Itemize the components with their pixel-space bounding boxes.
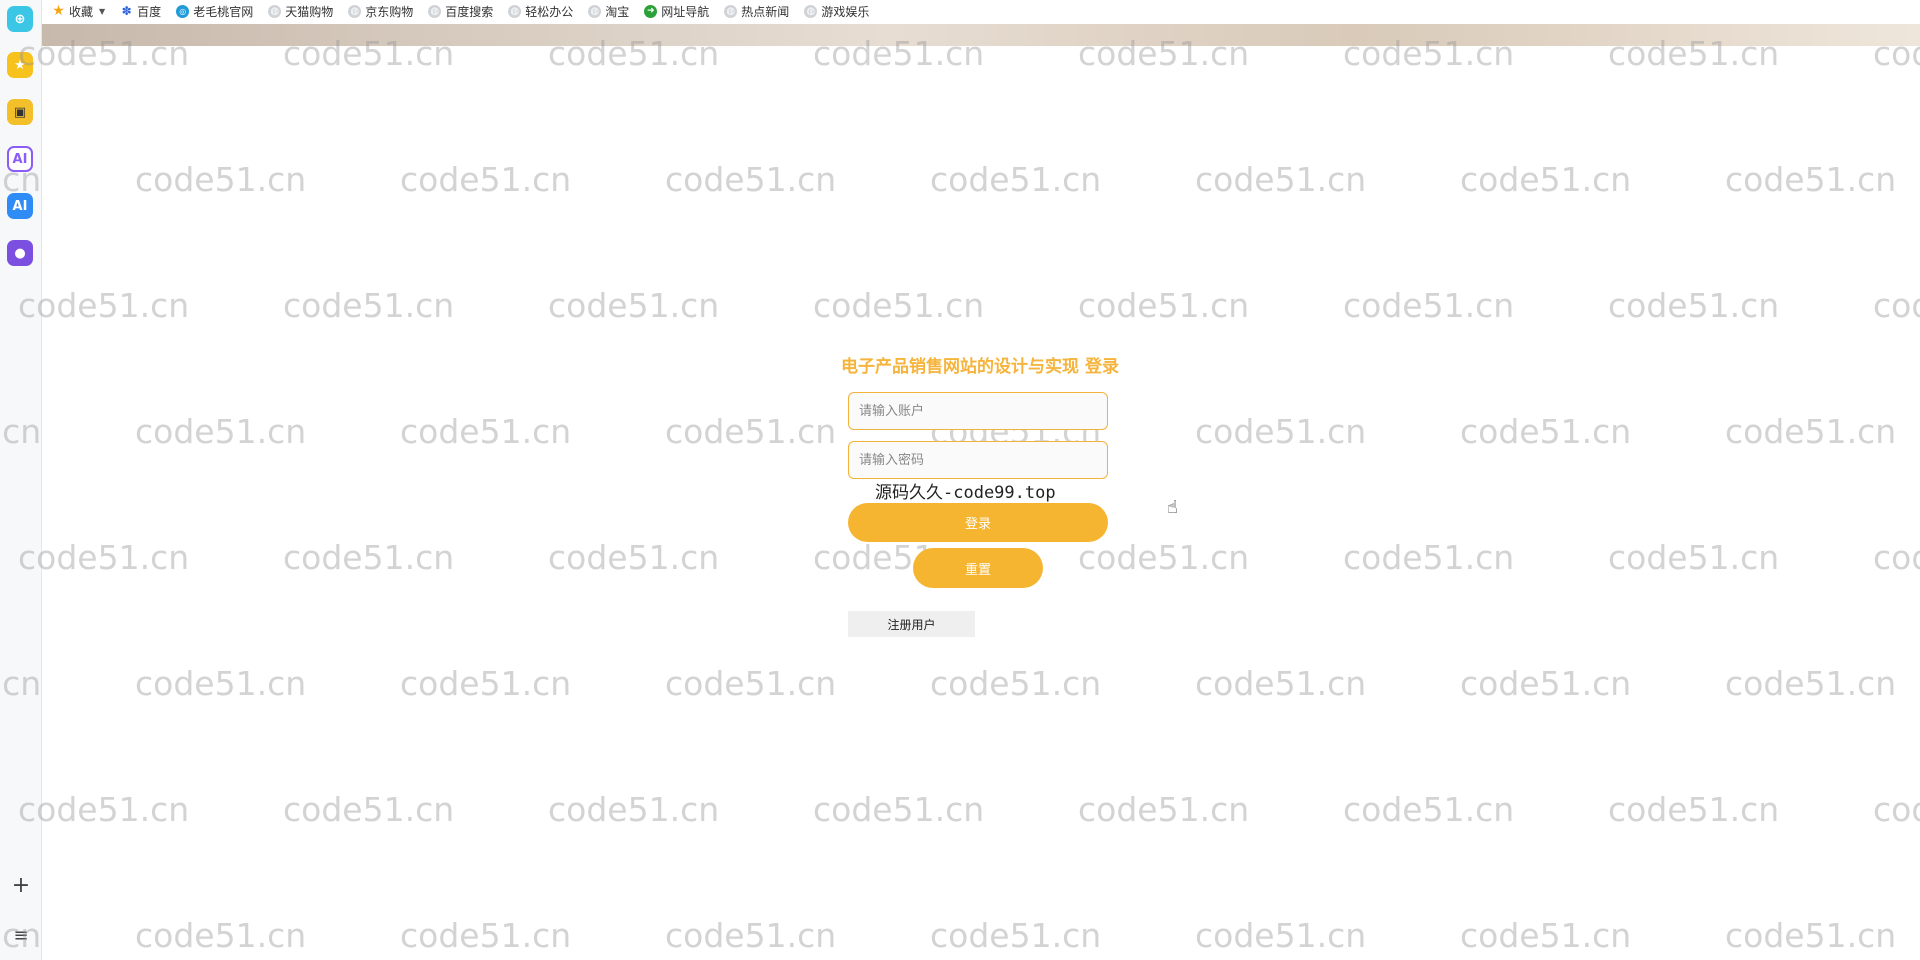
globe-icon: ◍ <box>268 4 282 18</box>
watermark-text: code51.cn <box>135 916 307 955</box>
watermark-text: code51.cn <box>1608 286 1780 325</box>
bookmark-news[interactable]: ◍ 热点新闻 <box>724 3 789 20</box>
globe-icon: ◍ <box>508 4 522 18</box>
watermark-text: code51.cn <box>1195 916 1367 955</box>
watermark-text: code51.cn <box>1873 538 1920 577</box>
watermark-text: code51.cn <box>1725 160 1897 199</box>
watermark-text: code51.cn <box>1460 160 1632 199</box>
login-button[interactable]: 登录 <box>848 503 1108 542</box>
watermark-text: code51.cn <box>548 286 720 325</box>
bookmarks-bar: ★ 收藏 ▼ ✽ 百度 ◎ 老毛桃官网 ◍ 天猫购物 ◍ 京东购物 ◍ 百度搜索… <box>42 0 1920 22</box>
bookmark-taobao[interactable]: ◍ 淘宝 <box>588 3 629 20</box>
caret-down-icon: ▼ <box>99 6 106 16</box>
watermark-text: code51.cn <box>400 664 572 703</box>
add-icon[interactable]: + <box>9 874 33 898</box>
ai-chat-icon[interactable]: AI <box>7 193 33 219</box>
bookmark-favorites[interactable]: ★ 收藏 ▼ <box>52 3 105 20</box>
watermark-text: code51.cn <box>1460 664 1632 703</box>
hand-cursor-icon: ☝ <box>1167 497 1178 518</box>
page-title: 电子产品销售网站的设计与实现 登录 <box>841 357 1119 377</box>
watermark-text: code51.cn <box>1343 790 1515 829</box>
globe-icon: ◍ <box>724 4 738 18</box>
watermark-text: code51.cn <box>283 538 455 577</box>
watermark-text: code51.cn <box>1608 790 1780 829</box>
watermark-text: code51.cn <box>1460 412 1632 451</box>
bookmark-tmall[interactable]: ◍ 天猫购物 <box>268 3 333 20</box>
bookmark-jd[interactable]: ◍ 京东购物 <box>348 3 413 20</box>
watermark-text: code51.cn <box>1195 412 1367 451</box>
browser-sidebar: ⊕ ★ ▣ AI AI ● + ≡ <box>0 0 42 960</box>
watermark-text: code51.cn <box>1460 916 1632 955</box>
ai-writer-icon[interactable]: AI <box>7 146 33 172</box>
baidu-paw-icon: ✽ <box>121 4 132 18</box>
watermark-text: code51.cn <box>1725 664 1897 703</box>
bookmark-baidu-search[interactable]: ◍ 百度搜索 <box>428 3 493 20</box>
watermark-text: code51.cn <box>1725 412 1897 451</box>
watermark-text: code51.cn <box>1078 790 1250 829</box>
watermark-text: code51.cn <box>1343 538 1515 577</box>
globe-icon: ◍ <box>588 4 602 18</box>
watermark-text: code51.cn <box>665 412 837 451</box>
bookmark-games[interactable]: ◍ 游戏娱乐 <box>804 3 869 20</box>
watermark-text: code51.cn <box>1608 538 1780 577</box>
watermark-text: code51.cn <box>1195 160 1367 199</box>
username-input[interactable] <box>848 392 1108 430</box>
menu-list-icon[interactable]: ≡ <box>9 924 33 948</box>
header-banner-strip <box>42 24 1920 46</box>
app-launcher-icon[interactable]: ⊕ <box>7 6 33 32</box>
watermark-text: code51.cn <box>548 790 720 829</box>
globe-icon: ◍ <box>348 4 362 18</box>
watermark-text: code51.cn <box>18 538 190 577</box>
watermark-text: code51.cn <box>135 160 307 199</box>
bookmark-office[interactable]: ◍ 轻松办公 <box>508 3 573 20</box>
password-input[interactable] <box>848 441 1108 479</box>
register-button[interactable]: 注册用户 <box>848 611 975 637</box>
watermark-text: code51.cn <box>930 664 1102 703</box>
bookmark-baidu[interactable]: ✽ 百度 <box>120 3 162 20</box>
watermark-text: code51.cn <box>1078 538 1250 577</box>
watermark-text: code51.cn <box>1873 790 1920 829</box>
reset-button[interactable]: 重置 <box>913 548 1043 588</box>
watermark-text: code51.cn <box>135 412 307 451</box>
globe-icon: ◍ <box>428 4 442 18</box>
watermark-text: code51.cn <box>665 916 837 955</box>
watermark-text: code51.cn <box>283 286 455 325</box>
bookmark-laomaotao[interactable]: ◎ 老毛桃官网 <box>176 3 253 20</box>
bookmark-nav[interactable]: ➜ 网址导航 <box>644 3 709 20</box>
watermark-text: code51.cn <box>1078 286 1250 325</box>
watermark-text: code51.cn <box>400 916 572 955</box>
laomaotao-logo-icon: ◎ <box>176 4 190 18</box>
watermark-text: code51.cn <box>1343 286 1515 325</box>
source-overlay-text: 源码久久-code99.top <box>875 483 1056 503</box>
watermark-text: code51.cn <box>548 538 720 577</box>
nav-icon: ➜ <box>644 4 658 18</box>
watermark-text: code51.cn <box>400 412 572 451</box>
watermark-text: code51.cn <box>283 790 455 829</box>
watermark-text: code51.cn <box>18 790 190 829</box>
watermark-text: code51.cn <box>930 916 1102 955</box>
watermark-text: code51.cn <box>813 286 985 325</box>
watermark-text: code51.cn <box>400 160 572 199</box>
watermark-text: code51.cn <box>1195 664 1367 703</box>
watermark-text: code51.cn <box>813 790 985 829</box>
watermark-text: code51.cn <box>1873 286 1920 325</box>
globe-icon: ◍ <box>804 4 818 18</box>
robot-assistant-icon[interactable]: ▣ <box>7 99 33 125</box>
watermark-text: code51.cn <box>1725 916 1897 955</box>
watermark-text: code51.cn <box>135 664 307 703</box>
watermark-text: code51.cn <box>930 160 1102 199</box>
watermark-text: code51.cn <box>18 286 190 325</box>
watermark-text: code51.cn <box>665 664 837 703</box>
star-icon: ★ <box>52 3 65 19</box>
watermark-text: code51.cn <box>665 160 837 199</box>
favorites-star-icon[interactable]: ★ <box>7 52 33 78</box>
ghost-bot-icon[interactable]: ● <box>7 240 33 266</box>
